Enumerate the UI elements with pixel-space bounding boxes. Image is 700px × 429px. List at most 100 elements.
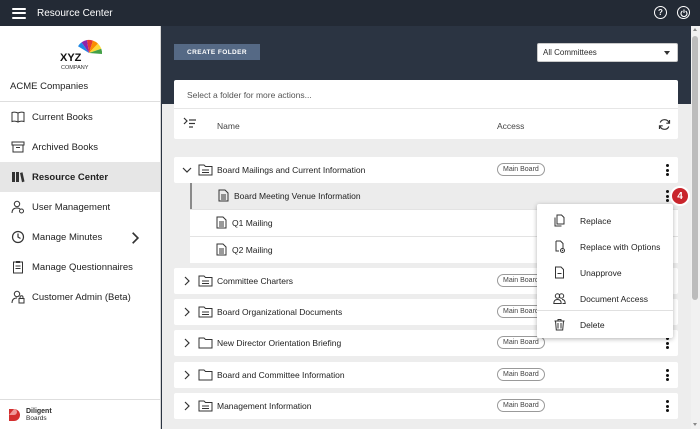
more-options-icon[interactable] <box>666 164 669 176</box>
user-gear-icon <box>11 200 24 214</box>
sidebar-item-label: Current Books <box>32 111 93 123</box>
users-icon <box>553 293 566 304</box>
folder-icon <box>198 337 213 349</box>
folder-panel-header: Select a folder for more actions... Name… <box>174 80 678 139</box>
step-number-badge: 4 <box>670 186 690 206</box>
menu-item-label: Unapprove <box>580 268 622 278</box>
sidebar-item-manage-questionnaires[interactable]: Manage Questionnaires <box>0 252 160 282</box>
scrollbar[interactable] <box>691 26 700 429</box>
sidebar-item-label: Resource Center <box>32 171 109 183</box>
help-icon[interactable]: ? <box>654 6 667 19</box>
document-icon <box>218 189 229 202</box>
sort-icon[interactable] <box>183 117 197 129</box>
sidebar-item-user-management[interactable]: User Management <box>0 192 160 222</box>
folder-icon <box>198 369 213 381</box>
menu-item-delete[interactable]: Delete <box>537 311 673 337</box>
chevron-down-icon[interactable] <box>182 165 192 175</box>
menu-item-replace[interactable]: Replace <box>537 207 673 233</box>
folder-row[interactable]: Board and Committee Information Main Boa… <box>174 362 678 388</box>
folder-icon <box>198 306 213 318</box>
menu-item-label: Delete <box>580 320 605 330</box>
scroll-down-arrow-icon[interactable] <box>693 423 697 426</box>
document-icon <box>216 216 227 229</box>
more-options-icon[interactable] <box>666 400 669 412</box>
books-icon <box>12 172 25 183</box>
folder-name: Management Information <box>217 401 312 411</box>
more-options-icon[interactable] <box>666 337 669 349</box>
chevron-right-icon <box>132 232 140 244</box>
menu-item-label: Document Access <box>580 294 649 304</box>
refresh-icon[interactable] <box>658 118 671 131</box>
chevron-right-icon[interactable] <box>182 307 192 317</box>
sidebar-item-label: Manage Questionnaires <box>32 261 133 273</box>
folder-name: New Director Orientation Briefing <box>217 338 342 348</box>
document-name: Q1 Mailing <box>232 218 273 228</box>
company-name: ACME Companies <box>10 81 89 92</box>
committee-select[interactable]: All Committees <box>537 43 678 62</box>
more-options-icon[interactable] <box>666 369 669 381</box>
folder-name: Board Organizational Documents <box>217 307 343 317</box>
menu-item-label: Replace <box>580 216 612 226</box>
folder-icon <box>198 275 213 287</box>
replace-doc-icon <box>554 214 565 227</box>
chevron-right-icon[interactable] <box>182 276 192 286</box>
more-options-icon[interactable] <box>666 190 669 202</box>
menu-item-document-access[interactable]: Document Access <box>537 285 673 311</box>
access-badge: Main Board <box>497 163 545 176</box>
chevron-right-icon[interactable] <box>182 338 192 348</box>
document-name: Q2 Mailing <box>232 245 273 255</box>
caret-down-icon <box>664 51 670 55</box>
document-name: Board Meeting Venue Information <box>234 191 361 201</box>
menu-item-label: Replace with Options <box>580 242 661 252</box>
column-header-access[interactable]: Access <box>497 121 524 131</box>
menu-item-replace-with-options[interactable]: Replace with Options <box>537 233 673 259</box>
footer-sub: Boards <box>26 414 47 422</box>
footer-brand: Diligent <box>26 407 52 415</box>
company-logo-area: XYZ COMPANY ACME Companies <box>0 26 160 102</box>
trash-icon <box>554 319 565 331</box>
folder-icon <box>198 400 213 412</box>
column-header-name[interactable]: Name <box>217 121 240 131</box>
scroll-up-arrow-icon[interactable] <box>693 28 697 31</box>
chevron-right-icon[interactable] <box>182 401 192 411</box>
book-open-icon <box>11 111 25 123</box>
replace-options-icon <box>555 240 565 253</box>
svg-text:XYZ: XYZ <box>60 52 82 64</box>
create-folder-button[interactable]: CREATE FOLDER <box>174 44 260 60</box>
sidebar-item-archived-books[interactable]: Archived Books <box>0 132 160 162</box>
app-title: Resource Center <box>37 7 113 19</box>
sidebar-item-current-books[interactable]: Current Books <box>0 102 160 132</box>
folder-name: Board and Committee Information <box>217 370 345 380</box>
sidebar-item-label: Customer Admin (Beta) <box>32 291 131 303</box>
sidebar-item-manage-minutes[interactable]: Manage Minutes <box>0 222 160 252</box>
company-logo: XYZ COMPANY <box>60 39 103 71</box>
clock-icon <box>11 230 25 244</box>
context-menu: Replace Replace with Options Unapprove D… <box>537 204 673 338</box>
access-badge: Main Board <box>497 368 545 381</box>
folder-row[interactable]: Board Mailings and Current Information M… <box>174 157 678 183</box>
sidebar-item-label: Archived Books <box>32 141 99 153</box>
folder-icon <box>198 164 213 176</box>
selection-hint: Select a folder for more actions... <box>187 90 312 100</box>
scrollbar-thumb[interactable] <box>692 36 698 300</box>
folder-name: Committee Charters <box>217 276 294 286</box>
sidebar-item-customer-admin[interactable]: Customer Admin (Beta) <box>0 282 160 312</box>
power-user-icon[interactable] <box>677 6 690 19</box>
sidebar-item-label: User Management <box>32 201 111 213</box>
sidebar-item-resource-center[interactable]: Resource Center <box>0 162 160 192</box>
hamburger-menu-icon[interactable] <box>12 7 26 19</box>
clipboard-icon <box>13 261 23 274</box>
divider <box>174 108 678 109</box>
folder-row[interactable]: Management Information Main Board <box>174 393 678 419</box>
access-badge: Main Board <box>497 399 545 412</box>
committee-select-value: All Committees <box>543 48 597 57</box>
user-admin-icon <box>11 290 25 304</box>
top-bar: Resource Center ? <box>0 0 700 26</box>
chevron-right-icon[interactable] <box>182 370 192 380</box>
archive-box-icon <box>11 141 25 153</box>
folder-name: Board Mailings and Current Information <box>217 165 366 175</box>
menu-item-unapprove[interactable]: Unapprove <box>537 259 673 285</box>
diligent-logo: Diligent Boards <box>0 399 160 429</box>
diligent-mark-icon <box>9 408 20 421</box>
sidebar: XYZ COMPANY ACME Companies Current Books… <box>0 26 161 429</box>
